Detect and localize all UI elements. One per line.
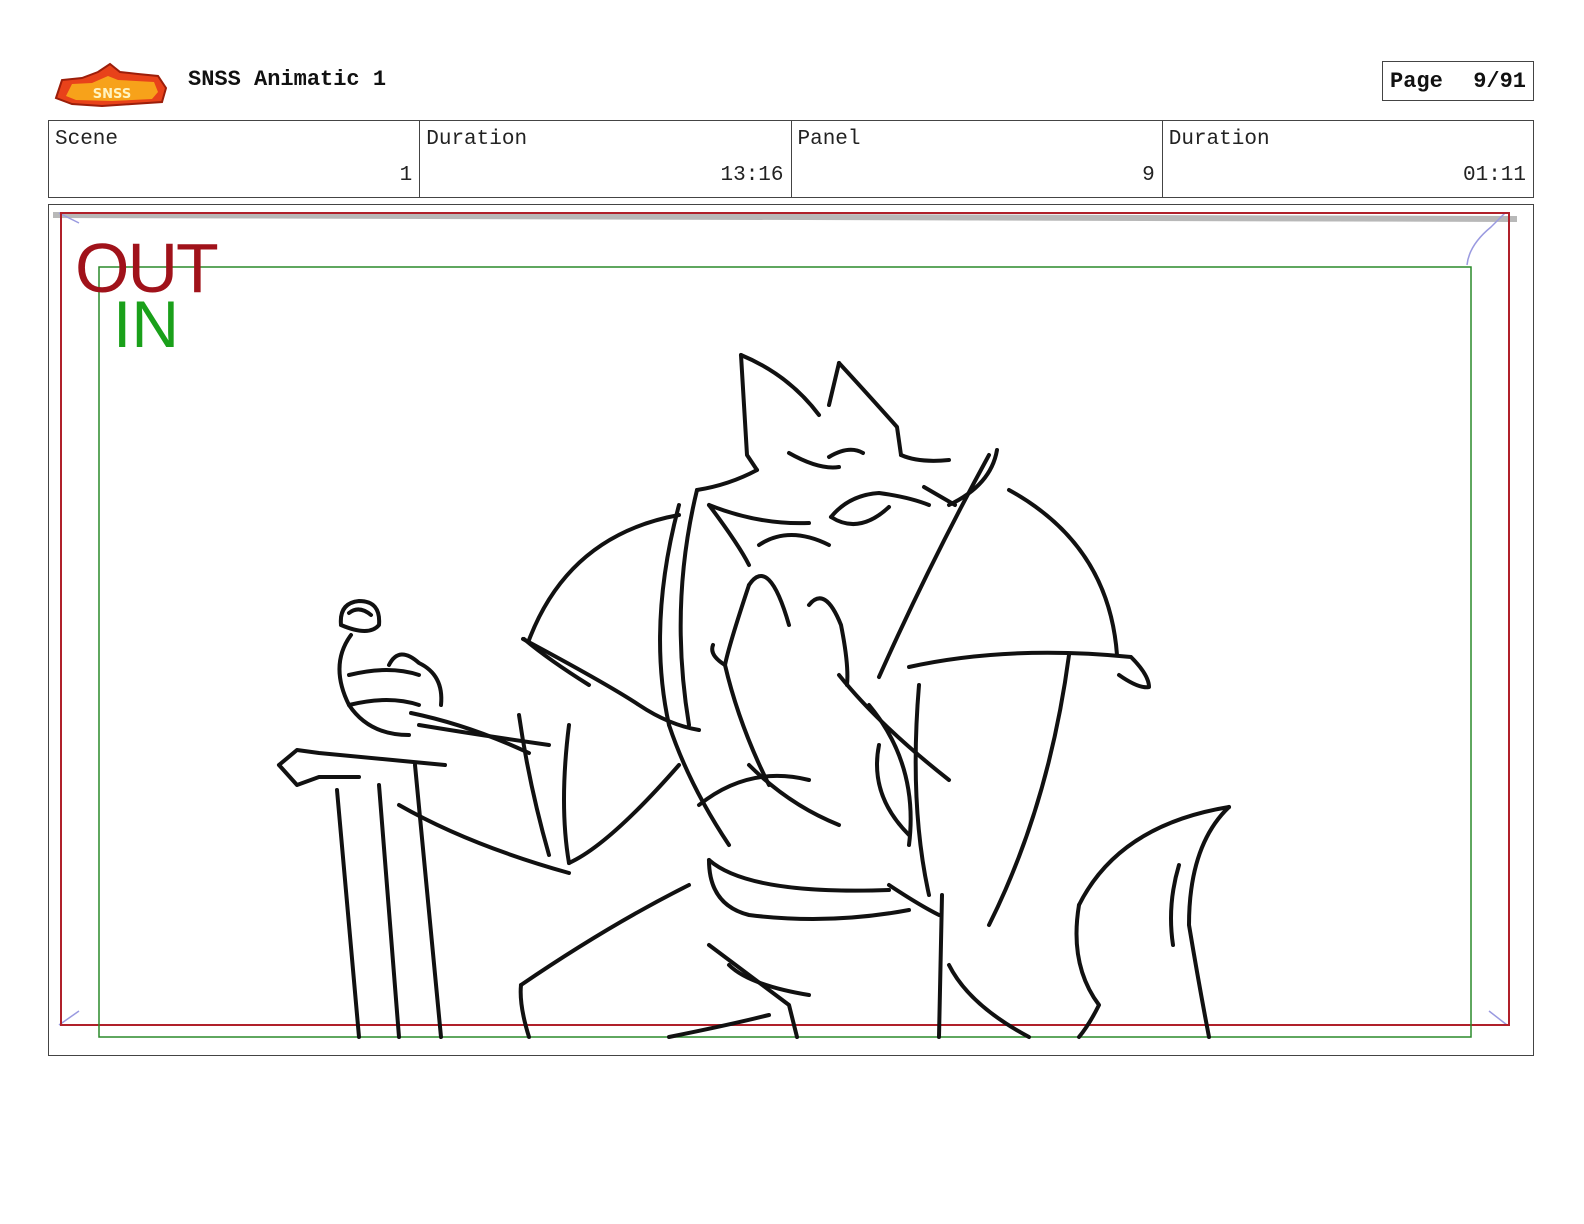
document-title: SNSS Animatic 1 [188,67,387,92]
scene-cell: Scene 1 [49,121,421,197]
out-frame [60,212,1510,1026]
page-number: 9/91 [1473,68,1526,94]
panel-label: Panel [797,128,861,151]
page-label: Page [1390,68,1443,94]
page-indicator: Page 9/91 [1382,61,1534,101]
storyboard-panel: OUT IN [48,204,1534,1056]
scene-label: Scene [55,128,119,151]
panel-duration-cell: Duration 01:11 [1163,121,1533,197]
scene-value: 1 [399,164,413,187]
scene-info-table: Scene 1 Duration 13:16 Panel 9 Duration … [48,120,1534,198]
sir-logo: SNSS [52,58,170,108]
panel-duration-value: 01:11 [1462,164,1526,187]
panel-cell: Panel 9 [792,121,1163,197]
scene-duration-value: 13:16 [720,164,784,187]
panel-value: 9 [1142,164,1155,187]
character-sketch [277,353,1231,1039]
scene-duration-cell: Duration 13:16 [420,121,792,197]
in-frame-label: IN [113,287,179,361]
svg-text:SNSS: SNSS [93,87,131,102]
corner-marks [58,212,1508,1026]
scene-duration-label: Duration [426,128,528,151]
panel-sketch [52,212,1518,1039]
panel-duration-label: Duration [1168,128,1270,151]
camera-move-bar [52,212,1518,222]
